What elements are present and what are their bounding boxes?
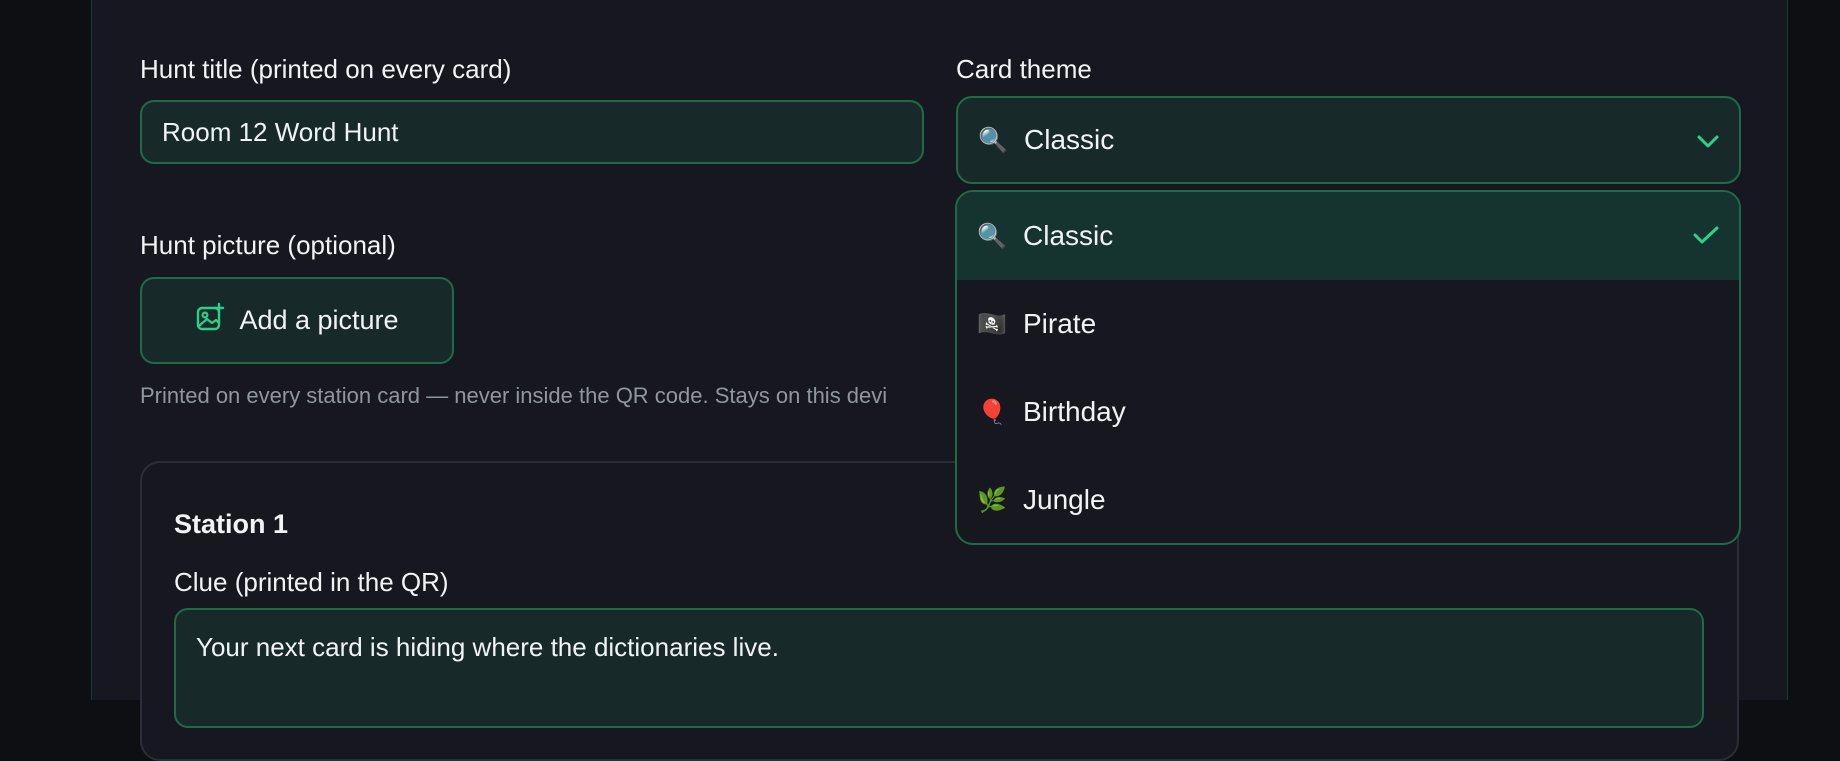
- theme-option-label: Jungle: [1023, 484, 1106, 515]
- picture-hint: Printed on every station card — never in…: [140, 383, 888, 408]
- card-theme-select[interactable]: 🔍 Classic: [956, 96, 1741, 184]
- theme-option-classic[interactable]: 🔍 Classic: [957, 192, 1739, 280]
- add-picture-label: Add a picture: [239, 305, 399, 335]
- clue-textarea[interactable]: Your next card is hiding where the dicti…: [174, 608, 1704, 728]
- image-plus-icon: [195, 302, 225, 339]
- hunt-title-input[interactable]: Room 12 Word Hunt: [140, 100, 924, 164]
- theme-option-jungle[interactable]: 🌿 Jungle: [957, 456, 1739, 543]
- chevron-down-icon[interactable]: [1697, 124, 1719, 156]
- check-icon: [1693, 220, 1719, 252]
- clue-label: Clue (printed in the QR): [174, 567, 449, 597]
- hunt-title-label: Hunt title (printed on every card): [140, 54, 512, 84]
- add-picture-button[interactable]: Add a picture: [140, 277, 454, 364]
- theme-option-label: Pirate: [1023, 308, 1097, 339]
- hunt-picture-label: Hunt picture (optional): [140, 230, 396, 260]
- balloon-icon: 🎈: [977, 398, 1007, 426]
- clue-value: Your next card is hiding where the dicti…: [196, 632, 779, 662]
- card-theme-selected-value: Classic: [1024, 124, 1115, 155]
- card-theme-label: Card theme: [956, 54, 1092, 84]
- station-title: Station 1: [174, 509, 289, 539]
- card-theme-dropdown: 🔍 Classic 🏴‍☠️ Pirate 🎈 Birthday 🌿 Jungl…: [955, 190, 1741, 545]
- theme-option-pirate[interactable]: 🏴‍☠️ Pirate: [957, 280, 1739, 368]
- hunt-title-value: Room 12 Word Hunt: [162, 116, 399, 147]
- pirate-flag-icon: 🏴‍☠️: [977, 310, 1007, 338]
- theme-option-birthday[interactable]: 🎈 Birthday: [957, 368, 1739, 456]
- magnifier-icon: 🔍: [978, 126, 1008, 154]
- theme-option-label: Birthday: [1023, 396, 1126, 427]
- leaf-icon: 🌿: [977, 486, 1007, 514]
- magnifier-icon: 🔍: [977, 222, 1007, 250]
- theme-option-label: Classic: [1023, 220, 1114, 251]
